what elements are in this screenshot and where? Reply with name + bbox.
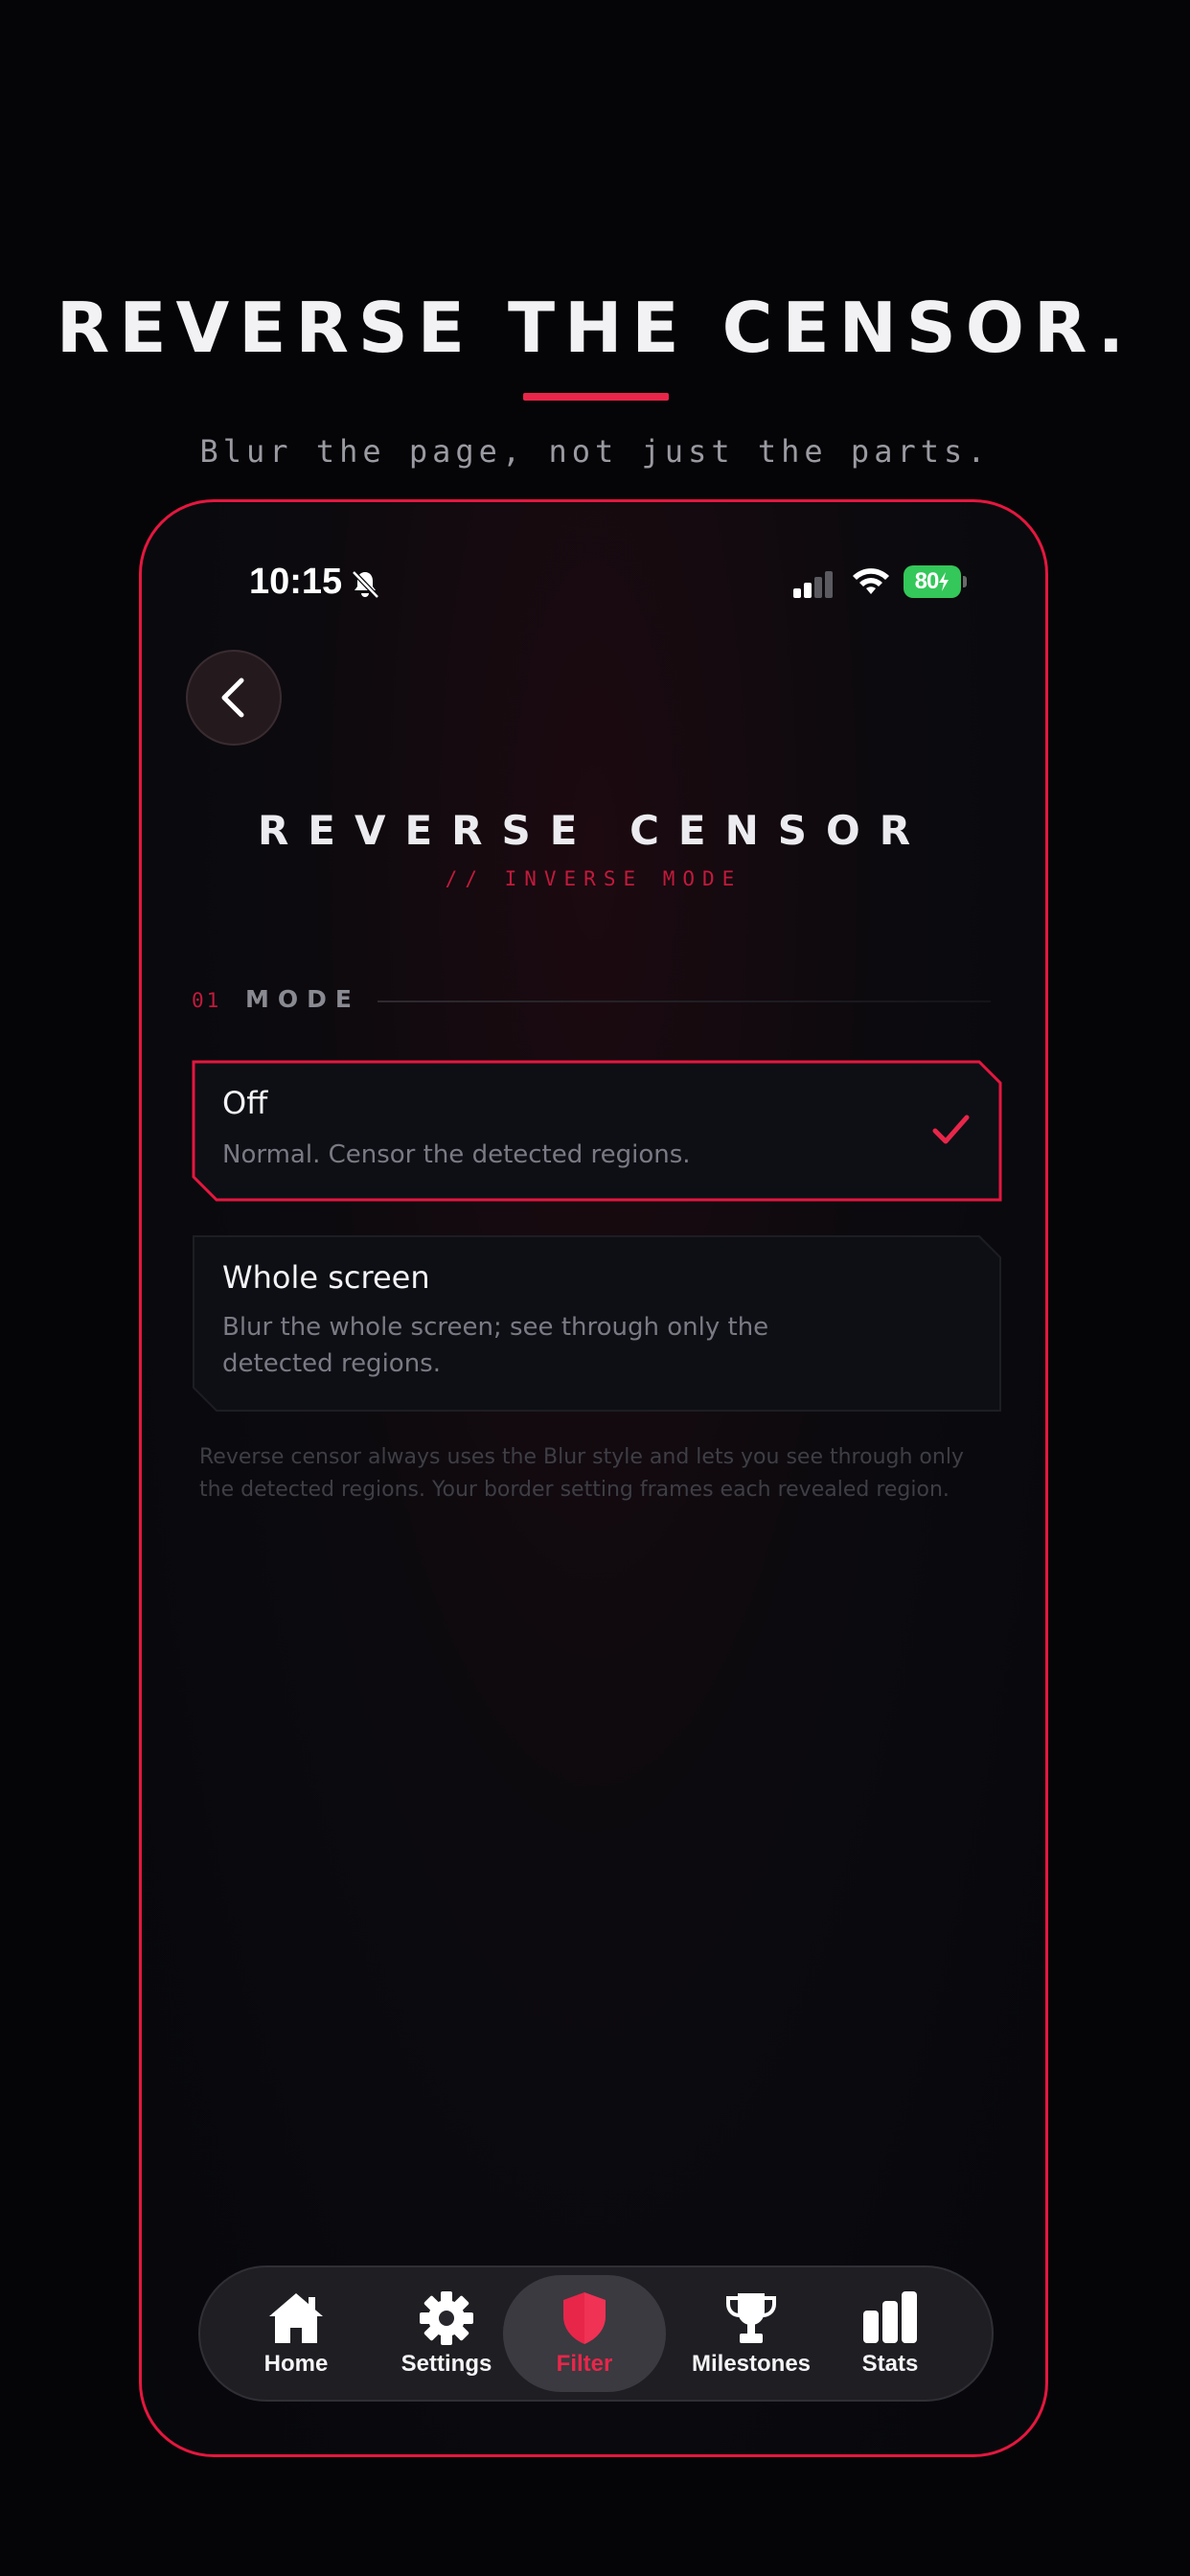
- status-time: 10:15: [249, 562, 343, 602]
- tab-label: Stats: [861, 2351, 919, 2377]
- shield-icon: [563, 2292, 606, 2344]
- section-divider: [378, 1000, 991, 1002]
- tab-label: Filter: [556, 2351, 613, 2377]
- battery-tip: [963, 576, 967, 587]
- battery-indicator: 80: [904, 565, 961, 598]
- promo-subheadline: Blur the page, not just the parts.: [199, 433, 991, 470]
- home-icon: [269, 2293, 323, 2343]
- back-button[interactable]: [186, 650, 282, 746]
- wifi-icon: [853, 568, 889, 594]
- headline-accent-bar: [523, 393, 669, 401]
- option-whole-screen[interactable]: Whole screen Blur the whole screen; see …: [192, 1234, 1002, 1413]
- trophy-icon: [726, 2293, 776, 2343]
- chevron-left-icon: [221, 678, 244, 718]
- promo-headline: REVERSE THE CENSOR.: [56, 288, 1134, 368]
- charging-bolt-icon: [939, 572, 950, 591]
- tab-settings[interactable]: Settings: [384, 2267, 509, 2400]
- option-off[interactable]: Off Normal. Censor the detected regions.: [192, 1060, 1002, 1202]
- battery-level: 80: [914, 568, 940, 594]
- bar-chart-icon: [863, 2291, 917, 2343]
- option-frame: [192, 1060, 1002, 1202]
- checkmark-icon: [932, 1115, 970, 1144]
- footnote: Reverse censor always uses the Blur styl…: [199, 1445, 964, 1502]
- bell-muted-icon: [352, 570, 379, 599]
- option-description: Blur the whole screen; see through only …: [222, 1313, 769, 1378]
- tab-label: Home: [263, 2351, 329, 2377]
- option-description: Normal. Censor the detected regions.: [222, 1140, 691, 1169]
- option-title: Whole screen: [222, 1259, 430, 1296]
- option-title: Off: [222, 1085, 268, 1121]
- tab-label: Settings: [400, 2351, 492, 2377]
- tab-bar: Home Settings Filter Milestones Stats: [198, 2266, 994, 2402]
- phone-frame: 10:15 80 REVERSE CENSOR // INVERSE MODE …: [139, 499, 1048, 2457]
- screen-title: REVERSE CENSOR: [257, 807, 930, 854]
- section-label: MODE: [245, 985, 360, 1013]
- tab-stats[interactable]: Stats: [833, 2267, 948, 2400]
- gear-icon: [420, 2291, 473, 2345]
- tab-home[interactable]: Home: [239, 2267, 354, 2400]
- tab-filter[interactable]: Filter: [503, 2267, 666, 2400]
- section-number: 01: [192, 989, 222, 1012]
- cellular-signal-icon: [793, 571, 833, 598]
- screen-subtitle: // INVERSE MODE: [445, 867, 743, 890]
- tab-milestones[interactable]: Milestones: [679, 2267, 823, 2400]
- tab-label: Milestones: [691, 2351, 812, 2377]
